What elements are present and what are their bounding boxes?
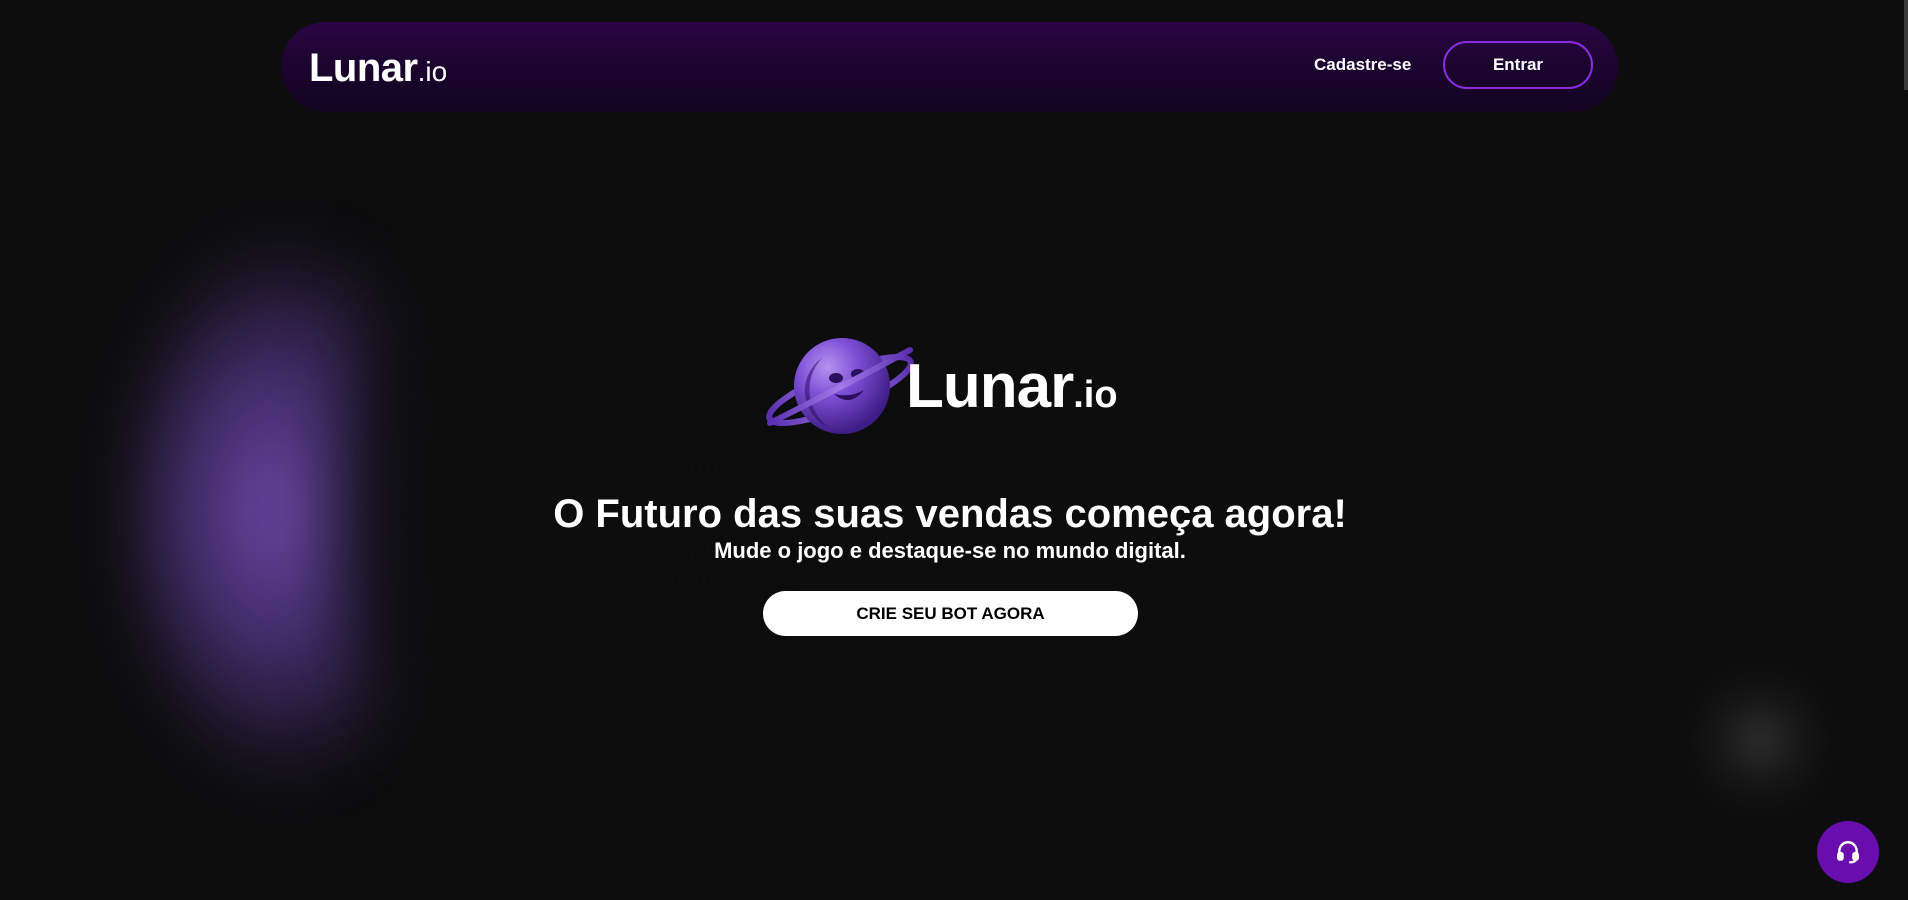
hero-subtitle: Mude o jogo e destaque-se no mundo digit… <box>714 538 1186 563</box>
planet-mascot-icon <box>766 338 914 434</box>
signup-link[interactable]: Cadastre-se <box>1314 55 1411 75</box>
hero-logo-main: Lunar <box>906 352 1074 421</box>
headset-icon <box>1837 841 1859 864</box>
hero-logo-suffix: .io <box>1073 374 1118 416</box>
create-bot-button[interactable]: CRIE SEU BOT AGORA <box>763 591 1138 636</box>
support-chat-button[interactable] <box>1817 821 1879 883</box>
navbar: Lunar.io Cadastre-se Entrar <box>281 22 1618 112</box>
login-button-label: Entrar <box>1492 55 1544 74</box>
landing-page: Lunar.io Cadastre-se Entrar Lunar.io O F… <box>0 0 1908 900</box>
background-glow-gray <box>1690 670 1830 810</box>
nav-brand-logo[interactable]: Lunar.io <box>309 48 447 88</box>
hero-title: O Futuro das suas vendas começa agora! <box>553 492 1347 536</box>
nav-brand-main: Lunar <box>309 46 418 90</box>
hero-logo: Lunar.io <box>760 328 1140 448</box>
hero-logo-wordmark: Lunar.io <box>906 356 1118 418</box>
scrollbar-thumb[interactable] <box>1904 0 1908 90</box>
nav-brand-suffix: .io <box>417 56 448 87</box>
create-bot-button-label: CRIE SEU BOT AGORA <box>856 603 1045 623</box>
login-button[interactable]: Entrar <box>1443 41 1593 89</box>
